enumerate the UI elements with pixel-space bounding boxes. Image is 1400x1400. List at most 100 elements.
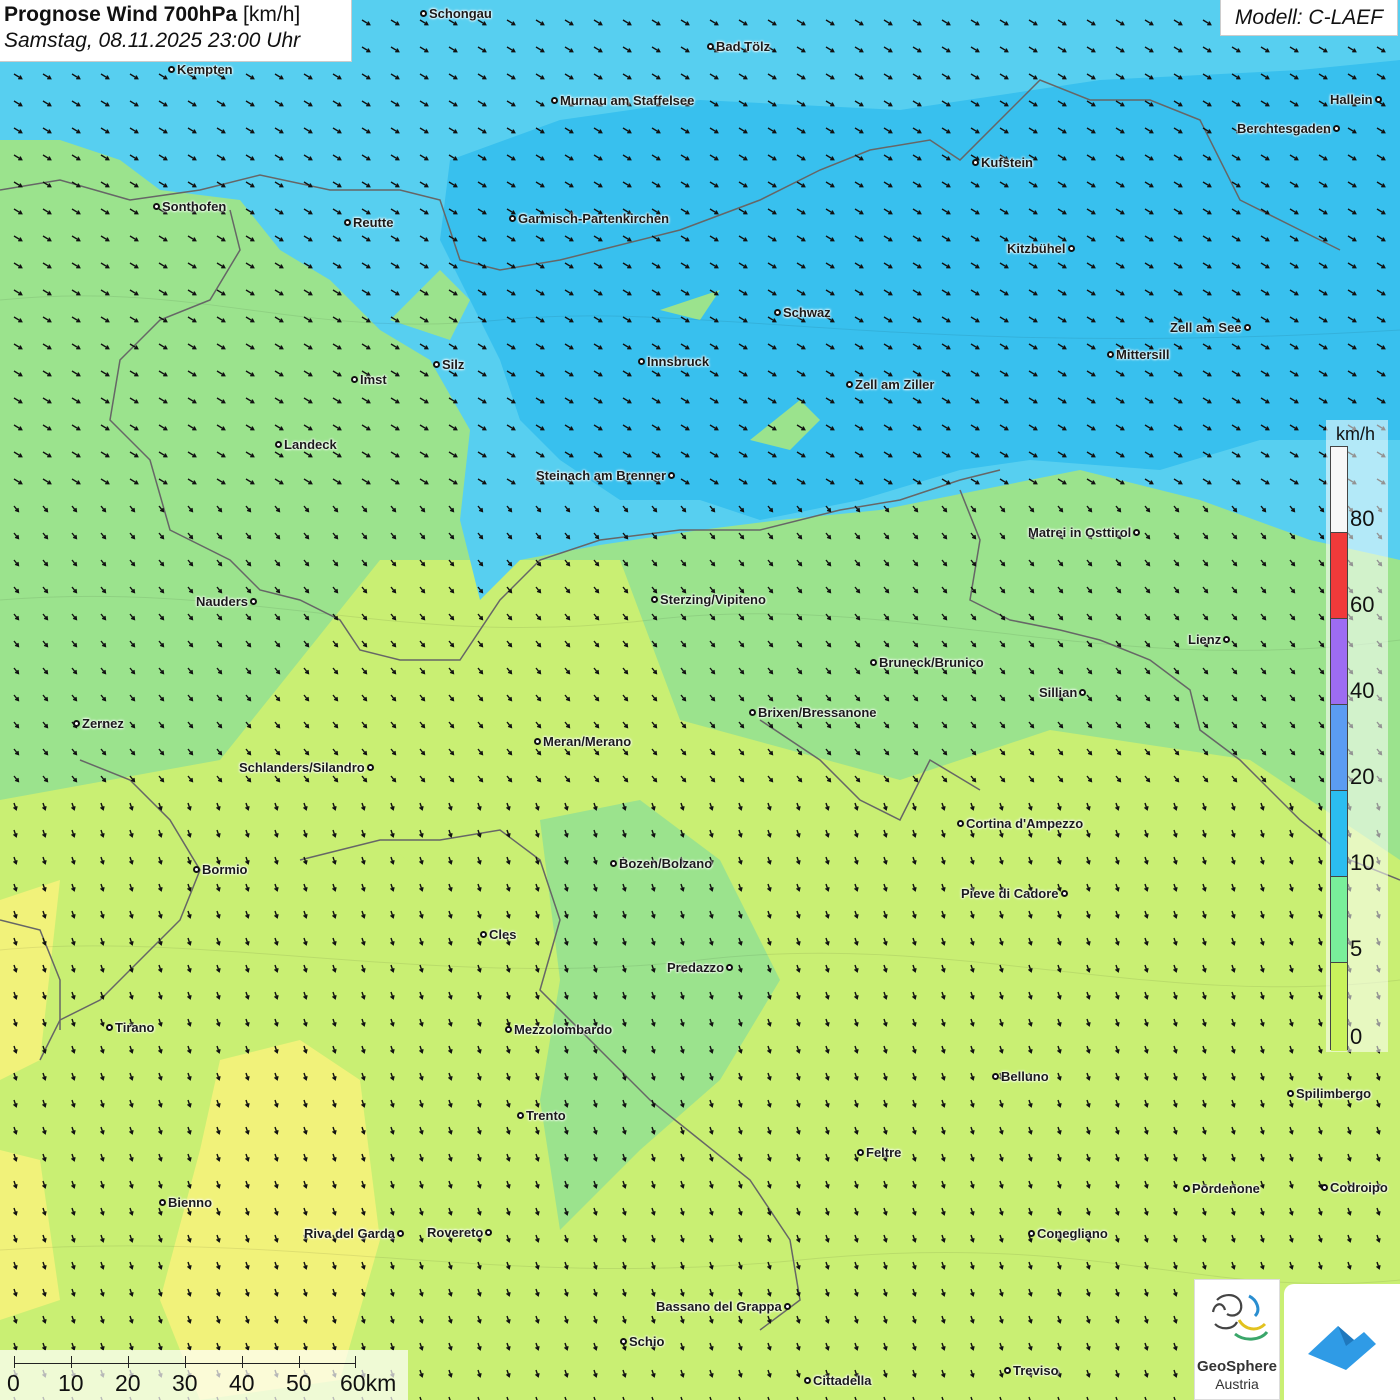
- forecast-time: Samstag, 08.11.2025 23:00 Uhr: [4, 29, 301, 52]
- city-marker[interactable]: Brixen/Bressanone: [749, 705, 877, 720]
- city-marker[interactable]: Mittersill: [1107, 347, 1169, 362]
- city-marker[interactable]: Rovereto: [427, 1225, 493, 1240]
- city-marker[interactable]: Codroipo: [1321, 1180, 1388, 1195]
- city-name: Landeck: [284, 436, 337, 452]
- city-dot-icon: [774, 308, 781, 316]
- city-name: Riva del Garda: [304, 1225, 396, 1241]
- city-marker[interactable]: Cles: [480, 927, 516, 942]
- city-dot-icon: [534, 737, 541, 745]
- city-dot-icon: [857, 1148, 864, 1156]
- city-name: Zell am Ziller: [855, 376, 935, 392]
- city-dot-icon: [509, 214, 516, 222]
- city-dot-icon: [73, 719, 80, 727]
- city-marker[interactable]: Bassano del Grappa: [656, 1299, 791, 1314]
- city-marker[interactable]: Zernez: [73, 716, 124, 731]
- city-name: Codroipo: [1330, 1179, 1388, 1195]
- city-marker[interactable]: Sillian: [1039, 685, 1087, 700]
- city-marker[interactable]: Belluno: [992, 1069, 1049, 1084]
- city-dot-icon: [480, 930, 487, 938]
- geosphere-emblem-icon: [1211, 1294, 1269, 1341]
- city-marker[interactable]: Berchtesgaden: [1237, 121, 1340, 136]
- city-dot-icon: [957, 819, 964, 827]
- city-marker[interactable]: Kufstein: [972, 155, 1033, 170]
- city-marker[interactable]: Schlanders/Silandro: [239, 760, 374, 775]
- city-marker[interactable]: Garmisch-Partenkirchen: [509, 211, 669, 226]
- city-dot-icon: [420, 9, 427, 17]
- geosphere-logo[interactable]: GeoSphere Austria: [1194, 1279, 1280, 1400]
- city-marker[interactable]: Kitzbühel: [1007, 241, 1075, 256]
- city-marker[interactable]: Feltre: [857, 1145, 901, 1160]
- city-marker[interactable]: Schio: [620, 1334, 664, 1349]
- city-marker[interactable]: Riva del Garda: [304, 1225, 405, 1241]
- legend-unit: km/h: [1336, 424, 1376, 444]
- model-label: Modell: C-LAEF: [1220, 0, 1398, 36]
- city-dot-icon: [638, 357, 645, 365]
- city-dot-icon: [1374, 95, 1382, 103]
- city-marker[interactable]: Kempten: [168, 62, 233, 77]
- city-marker[interactable]: Mezzolombardo: [505, 1022, 612, 1037]
- city-marker[interactable]: Landeck: [275, 437, 337, 452]
- city-marker[interactable]: Lienz: [1188, 632, 1231, 647]
- city-marker[interactable]: Meran/Merano: [534, 734, 631, 749]
- city-dot-icon: [275, 440, 282, 448]
- city-dot-icon: [1133, 528, 1141, 536]
- city-dot-icon: [1183, 1184, 1190, 1192]
- city-name: Imst: [360, 371, 387, 387]
- city-marker[interactable]: Hallein: [1330, 92, 1382, 107]
- city-dot-icon: [1079, 688, 1087, 696]
- city-marker[interactable]: Zell am Ziller: [846, 377, 934, 392]
- city-marker[interactable]: Bormio: [193, 862, 248, 877]
- city-marker[interactable]: Silz: [433, 357, 464, 372]
- city-name: Spilimbergo: [1296, 1085, 1372, 1101]
- city-marker[interactable]: Pieve di Cadore: [961, 886, 1068, 901]
- wind-map[interactable]: Prognose Wind 700hPa [km/h] Samstag, 08.…: [0, 0, 1400, 1400]
- city-name: Bormio: [202, 861, 248, 877]
- city-marker[interactable]: Cittadella: [804, 1373, 872, 1388]
- city-dot-icon: [1028, 1229, 1035, 1237]
- city-name: Reutte: [353, 214, 394, 230]
- city-marker[interactable]: Schongau: [420, 6, 492, 21]
- city-name: Berchtesgaden: [1237, 120, 1331, 136]
- city-name: Meran/Merano: [543, 733, 632, 749]
- city-name: Schlanders/Silandro: [239, 759, 365, 775]
- city-marker[interactable]: Zell am See: [1170, 320, 1251, 335]
- city-name: Sonthofen: [162, 198, 227, 214]
- scale-label: 0: [7, 1370, 20, 1396]
- city-marker[interactable]: Sonthofen: [153, 199, 226, 214]
- city-marker[interactable]: Conegliano: [1028, 1226, 1108, 1241]
- city-dot-icon: [433, 360, 440, 368]
- city-name: Cortina d'Ampezzo: [966, 815, 1084, 831]
- legend-seg-40: [1331, 705, 1347, 791]
- city-name: Nauders: [196, 593, 249, 609]
- city-dot-icon: [517, 1111, 524, 1119]
- city-marker[interactable]: Schwaz: [774, 305, 831, 320]
- city-marker[interactable]: Matrei in Osttirol: [1028, 524, 1141, 540]
- city-marker[interactable]: Pordenone: [1183, 1181, 1260, 1196]
- city-marker[interactable]: Bruneck/Brunico: [870, 655, 984, 670]
- legend-seg-20: [1331, 791, 1347, 877]
- city-marker[interactable]: Treviso: [1004, 1363, 1059, 1378]
- city-marker[interactable]: Cortina d'Ampezzo: [957, 816, 1083, 831]
- city-marker[interactable]: Bozen/Bolzano: [610, 856, 712, 871]
- city-marker[interactable]: Bad Tölz: [707, 39, 770, 54]
- city-marker[interactable]: Reutte: [344, 215, 393, 230]
- city-name: Zernez: [82, 715, 124, 731]
- legend-label: 80: [1350, 506, 1375, 531]
- city-name: Bassano del Grappa: [656, 1298, 782, 1314]
- app-logo[interactable]: [1284, 1284, 1400, 1400]
- city-marker[interactable]: Steinach am Brenner: [536, 468, 676, 483]
- city-marker[interactable]: Predazzo: [667, 960, 734, 975]
- city-dot-icon: [749, 708, 756, 716]
- city-name: Schwaz: [783, 304, 831, 320]
- city-marker[interactable]: Bienno: [159, 1195, 212, 1210]
- city-dot-icon: [153, 202, 160, 210]
- city-name: Matrei in Osttirol: [1028, 524, 1132, 540]
- city-marker[interactable]: Spilimbergo: [1287, 1086, 1371, 1101]
- city-marker[interactable]: Nauders: [196, 593, 258, 609]
- city-marker[interactable]: Imst: [351, 372, 387, 387]
- city-marker[interactable]: Innsbruck: [638, 354, 709, 369]
- city-marker[interactable]: Trento: [517, 1108, 566, 1123]
- city-marker[interactable]: Murnau am Staffelsee: [551, 93, 694, 108]
- city-marker[interactable]: Sterzing/Vipiteno: [651, 592, 766, 607]
- city-marker[interactable]: Tirano: [106, 1020, 155, 1035]
